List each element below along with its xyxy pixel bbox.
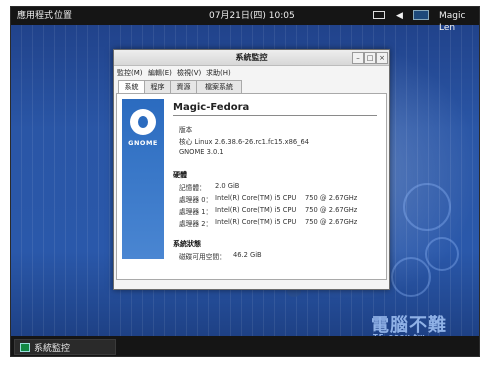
system-status-section-title: 系統狀態 xyxy=(173,240,201,248)
disk-free-label: 磁碟可用空間： xyxy=(179,253,226,261)
system-tab-panel: GNOME Magic-Fedora 版本 核心 Linux 2.6.38.6-… xyxy=(116,93,387,280)
menubar: 監控(M) 編輯(E) 檢視(V) 求助(H) xyxy=(114,66,389,79)
top-panel: 應用程式 位置 07月21日(四) 10:05 ◀ Magic Len xyxy=(11,7,479,33)
version-section-label: 版本 xyxy=(179,126,193,134)
tab-system[interactable]: 系統 xyxy=(118,80,145,94)
disk-free-value: 46.2 GiB xyxy=(233,251,262,259)
keyboard-icon[interactable] xyxy=(373,11,385,19)
minimize-button[interactable]: – xyxy=(352,52,364,64)
network-icon[interactable] xyxy=(413,10,429,20)
kernel-version: 核心 Linux 2.6.38.6-26.rc1.fc15.x86_64 xyxy=(179,138,309,146)
gnome-foot-icon xyxy=(130,109,156,135)
memory-label: 記憶體： xyxy=(179,184,206,192)
gnome-version: GNOME 3.0.1 xyxy=(179,148,224,156)
menu-help[interactable]: 求助(H) xyxy=(206,68,231,78)
memory-value: 2.0 GiB xyxy=(215,182,240,190)
places-menu[interactable]: 位置 xyxy=(54,10,72,22)
hostname-divider xyxy=(173,115,377,116)
taskbar-button-system-monitor[interactable]: 系統監控 xyxy=(14,339,116,355)
desktop: 應用程式 位置 07月21日(四) 10:05 ◀ Magic Len 系統監控… xyxy=(10,6,480,357)
tab-resources[interactable]: 資源 xyxy=(170,80,197,93)
system-monitor-icon xyxy=(20,343,30,352)
menu-monitor[interactable]: 監控(M) xyxy=(117,68,143,78)
tab-file-systems[interactable]: 檔案系統 xyxy=(196,80,242,93)
taskbar-button-label: 系統監控 xyxy=(34,344,71,354)
cpu-label: 處理器 0： xyxy=(179,196,213,204)
cpu-speed: 750 @ 2.67GHz xyxy=(305,194,358,202)
window-title: 系統監控 xyxy=(235,53,268,62)
menu-edit[interactable]: 編輯(E) xyxy=(148,68,172,78)
cpu-label: 處理器 1： xyxy=(179,208,213,216)
close-button[interactable]: × xyxy=(376,52,388,64)
hostname: Magic-Fedora xyxy=(173,102,250,113)
system-monitor-window: 系統監控 – □ × 監控(M) 編輯(E) 檢視(V) 求助(H) 系統 程序… xyxy=(113,49,390,290)
bottom-panel: 系統監控 xyxy=(11,336,479,356)
gnome-logo-text: GNOME xyxy=(128,139,158,147)
menu-view[interactable]: 檢視(V) xyxy=(177,68,201,78)
volume-icon[interactable]: ◀ xyxy=(396,10,403,22)
cpu-model: Intel(R) Core(TM) i5 CPU xyxy=(215,206,297,214)
maximize-button[interactable]: □ xyxy=(364,52,376,64)
wallpaper-ornament xyxy=(391,257,431,297)
window-titlebar[interactable]: 系統監控 – □ × xyxy=(114,50,389,66)
applications-menu[interactable]: 應用程式 xyxy=(17,10,53,22)
gnome-logo: GNOME xyxy=(122,99,164,259)
cpu-speed: 750 @ 2.67GHz xyxy=(305,206,358,214)
hardware-section-title: 硬體 xyxy=(173,171,187,179)
cpu-label: 處理器 2： xyxy=(179,220,213,228)
wallpaper-ornament xyxy=(425,237,459,271)
tab-processes[interactable]: 程序 xyxy=(144,80,171,93)
clock[interactable]: 07月21日(四) 10:05 xyxy=(209,10,295,22)
cpu-speed: 750 @ 2.67GHz xyxy=(305,218,358,226)
cpu-model: Intel(R) Core(TM) i5 CPU xyxy=(215,194,297,202)
wallpaper-ornament xyxy=(403,183,451,231)
user-menu[interactable]: Magic Len xyxy=(439,10,479,34)
cpu-model: Intel(R) Core(TM) i5 CPU xyxy=(215,218,297,226)
